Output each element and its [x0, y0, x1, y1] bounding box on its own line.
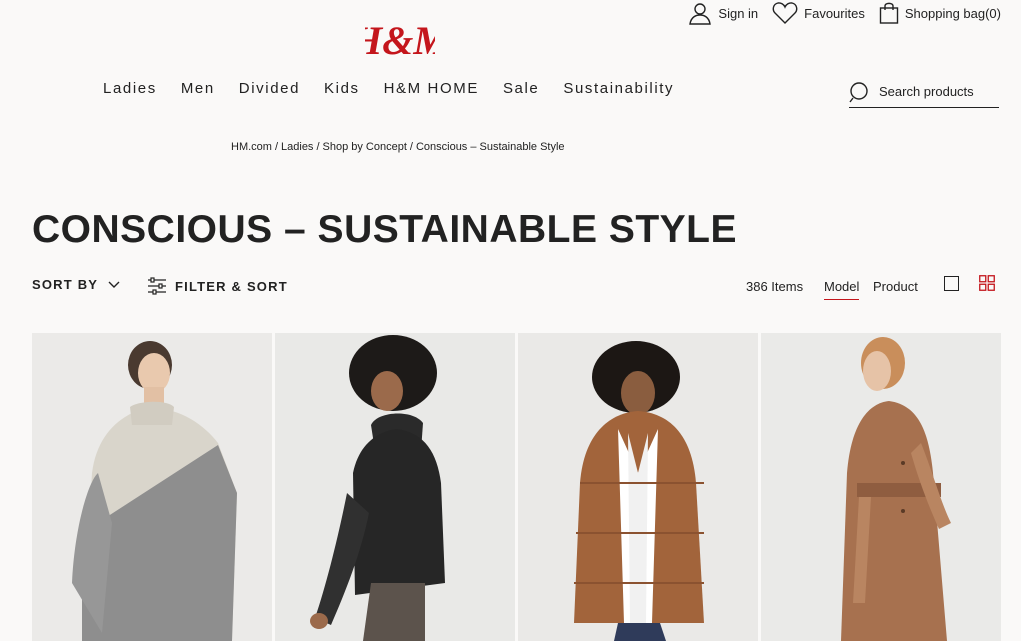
- favourites-label: Favourites: [804, 5, 865, 21]
- breadcrumb-separator: /: [274, 141, 279, 153]
- search-icon[interactable]: [849, 81, 871, 103]
- utility-bar: Sign in Favourites Shopping bag(0): [688, 0, 1001, 26]
- nav-sale[interactable]: Sale: [503, 80, 539, 97]
- breadcrumb-current[interactable]: Conscious – Sustainable Style: [416, 141, 565, 153]
- logo-text: H&M: [365, 18, 435, 62]
- search-input[interactable]: [879, 84, 997, 99]
- view-model-toggle[interactable]: Model: [824, 279, 860, 300]
- favourites-link[interactable]: Favourites: [772, 1, 865, 25]
- breadcrumb-separator: /: [316, 141, 320, 153]
- breadcrumb-home[interactable]: HM.com: [231, 141, 272, 153]
- shopping-bag-link[interactable]: Shopping bag(0): [879, 1, 1001, 25]
- view-product-toggle[interactable]: Product: [873, 279, 918, 294]
- grid-small-icon[interactable]: [979, 275, 995, 291]
- search-box: [849, 76, 999, 108]
- user-icon: [689, 3, 712, 25]
- nav-divided[interactable]: Divided: [239, 80, 300, 97]
- sign-in-link[interactable]: Sign in: [688, 1, 758, 25]
- chevron-down-icon: [108, 281, 120, 288]
- product-card[interactable]: [275, 333, 515, 641]
- product-image: [275, 333, 515, 641]
- product-image: [32, 333, 272, 641]
- sliders-icon: [148, 277, 166, 295]
- nav-kids[interactable]: Kids: [324, 80, 360, 97]
- filter-sort-label: FILTER & SORT: [175, 278, 288, 294]
- product-image: [518, 333, 758, 641]
- shopping-bag-icon: [879, 2, 899, 24]
- product-image: [761, 333, 1001, 641]
- product-card[interactable]: [32, 333, 272, 641]
- hm-logo[interactable]: H&M: [365, 14, 435, 62]
- product-grid: [32, 333, 1001, 641]
- sign-in-label: Sign in: [718, 5, 759, 21]
- breadcrumb-ladies[interactable]: Ladies: [281, 141, 313, 153]
- sort-by-label: SORT BY: [32, 277, 99, 292]
- nav-hm-home[interactable]: H&M HOME: [384, 80, 479, 97]
- breadcrumb-shop-by-concept[interactable]: Shop by Concept: [323, 141, 407, 153]
- nav-sustainability[interactable]: Sustainability: [563, 80, 674, 97]
- shopping-bag-label: Shopping bag(0): [904, 5, 1001, 21]
- nav-men[interactable]: Men: [181, 80, 215, 97]
- heart-icon: [772, 2, 798, 24]
- filter-sort-button[interactable]: FILTER & SORT: [147, 277, 288, 295]
- nav-ladies[interactable]: Ladies: [103, 80, 157, 97]
- sort-by-button[interactable]: SORT BY: [32, 277, 120, 292]
- breadcrumb-separator: /: [409, 141, 413, 153]
- product-card[interactable]: [518, 333, 758, 641]
- breadcrumb: HM.com / Ladies / Shop by Concept / Conscious …: [231, 141, 565, 153]
- product-card[interactable]: [761, 333, 1001, 641]
- item-count: 386 Items: [746, 279, 804, 294]
- page-title: CONSCIOUS – SUSTAINABLE STYLE: [32, 208, 738, 251]
- grid-large-icon[interactable]: [944, 276, 959, 291]
- main-nav: Ladies Men Divided Kids H&M HOME Sale Su…: [103, 80, 698, 97]
